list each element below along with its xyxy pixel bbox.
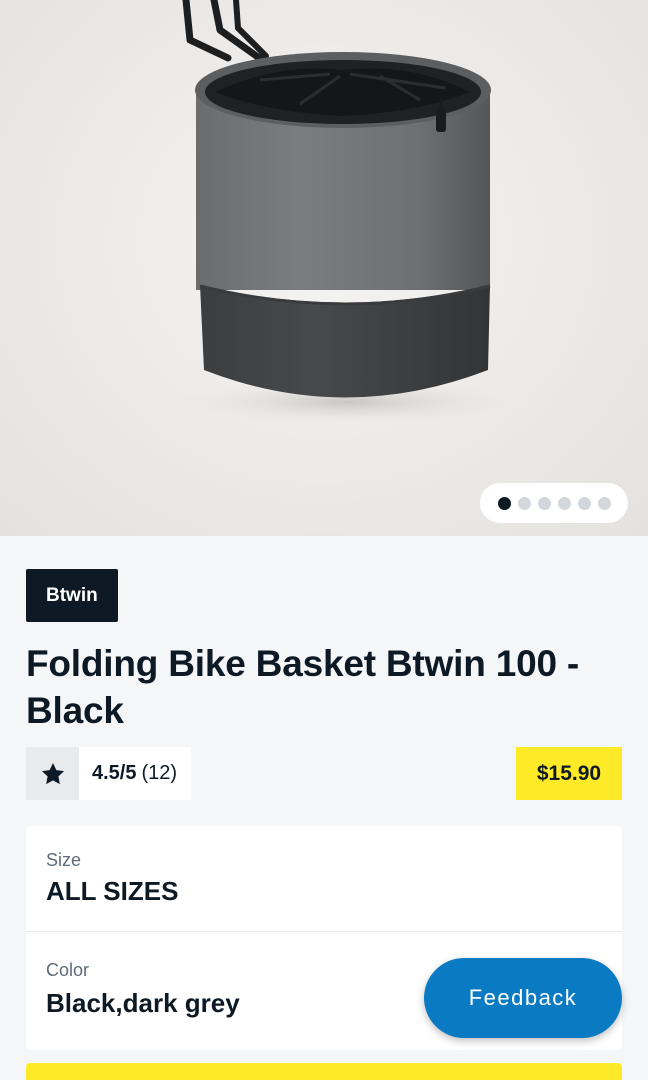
product-image[interactable] xyxy=(0,0,648,536)
carousel-dot-active[interactable] xyxy=(497,496,511,510)
carousel-dot[interactable] xyxy=(597,496,611,510)
size-label: Size xyxy=(46,850,82,870)
carousel-dot[interactable] xyxy=(517,496,531,510)
color-label: Color xyxy=(46,960,90,980)
rating-count: (12) xyxy=(141,762,178,784)
product-title: Folding Bike Basket Btwin 100 - Black xyxy=(26,643,580,731)
add-to-cart-bar[interactable] xyxy=(26,1063,622,1080)
color-value: Black,dark grey xyxy=(46,988,240,1018)
price-tag: $15.90 xyxy=(516,747,622,800)
carousel-dot[interactable] xyxy=(577,496,591,510)
rating-summary[interactable]: 4.5/5 (12) xyxy=(26,747,192,800)
size-value: ALL SIZES xyxy=(46,876,179,906)
rating-score: 4.5/5 xyxy=(92,762,137,784)
carousel-dot[interactable] xyxy=(537,496,551,510)
carousel-dot[interactable] xyxy=(557,496,571,510)
feedback-button[interactable]: Feedback xyxy=(424,958,622,1038)
star-icon xyxy=(26,747,79,800)
size-selector[interactable]: Size ALL SIZES xyxy=(26,826,622,932)
bike-basket-image xyxy=(178,0,518,424)
carousel-indicator[interactable] xyxy=(480,483,628,523)
brand-badge[interactable]: Btwin xyxy=(26,569,118,622)
